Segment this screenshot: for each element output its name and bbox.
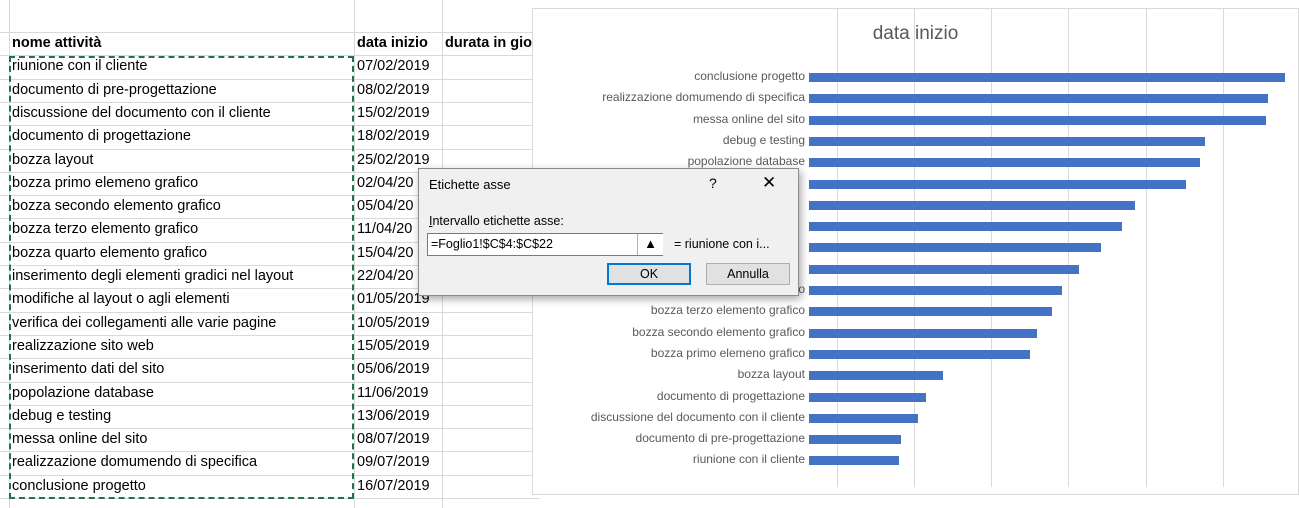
chart-category-label: bozza layout — [737, 367, 805, 381]
chart-category-label: discussione del documento con il cliente — [590, 410, 805, 424]
chart-bar[interactable] — [809, 158, 1200, 167]
cell-start-date[interactable]: 05/06/2019 — [354, 358, 442, 381]
range-label-text: ntervallo etichette asse: — [432, 214, 564, 228]
column-header-name[interactable]: nome attività — [9, 32, 354, 55]
chart-bar[interactable] — [809, 329, 1037, 338]
cell-start-date[interactable]: 10/05/2019 — [354, 312, 442, 335]
cell-start-date[interactable]: 13/06/2019 — [354, 405, 442, 428]
chart-bar[interactable] — [809, 137, 1205, 146]
chart-category-label: documento di pre-progettazione — [635, 431, 805, 445]
close-icon[interactable]: ✕ — [762, 173, 776, 193]
range-preview: = riunione con i... — [674, 237, 770, 251]
chart-category-label: realizzazione domumendo di specifica — [602, 90, 805, 104]
chart-bar[interactable] — [809, 265, 1079, 274]
collapse-dialog-icon[interactable]: ▲ — [637, 234, 663, 255]
cell-start-date[interactable]: 15/05/2019 — [354, 335, 442, 358]
chart-bar[interactable] — [809, 414, 918, 423]
chart-bar[interactable] — [809, 243, 1101, 252]
chart-bar[interactable] — [809, 435, 901, 444]
chart-bar[interactable] — [809, 393, 926, 402]
axis-labels-dialog: Etichette asse ? ✕ Intervallo etichette … — [418, 168, 799, 296]
chart-bar[interactable] — [809, 307, 1052, 316]
chart-bar[interactable] — [809, 73, 1285, 82]
cell-start-date[interactable]: 08/02/2019 — [354, 79, 442, 102]
chart-bar[interactable] — [809, 350, 1030, 359]
chart-category-label: conclusione progetto — [694, 69, 805, 83]
chart-bar[interactable] — [809, 201, 1135, 210]
chart-category-label: debug e testing — [722, 133, 805, 147]
axis-range-input[interactable]: =Foglio1!$C$4:$C$22 — [427, 233, 663, 256]
chart-title[interactable]: data inizio — [533, 23, 1298, 45]
chart-category-label: messa online del sito — [692, 112, 805, 126]
chart-bar[interactable] — [809, 456, 899, 465]
cancel-button[interactable]: Annulla — [706, 263, 790, 285]
chart-bar[interactable] — [809, 116, 1266, 125]
chart-bar[interactable] — [809, 94, 1268, 103]
ok-button[interactable]: OK — [607, 263, 691, 285]
cell-start-date[interactable]: 11/06/2019 — [354, 382, 442, 405]
column-header-date[interactable]: data inizio — [354, 32, 444, 55]
chart-category-label: popolazione database — [687, 154, 805, 168]
dialog-title: Etichette asse — [429, 177, 511, 192]
chart-bar[interactable] — [809, 222, 1122, 231]
chart-bar[interactable] — [809, 180, 1186, 189]
cell-start-date[interactable]: 09/07/2019 — [354, 451, 442, 474]
cell-start-date[interactable]: 16/07/2019 — [354, 475, 442, 498]
cell-start-date[interactable]: 08/07/2019 — [354, 428, 442, 451]
help-button[interactable]: ? — [709, 175, 717, 191]
chart-bar[interactable] — [809, 286, 1062, 295]
cell-start-date[interactable]: 07/02/2019 — [354, 55, 442, 78]
column-header-duration[interactable]: durata in gio — [442, 32, 534, 55]
cell-start-date[interactable]: 15/02/2019 — [354, 102, 442, 125]
range-label: Intervallo etichette asse: — [429, 214, 564, 228]
chart-category-label: riunione con il cliente — [692, 452, 805, 466]
chart-bar[interactable] — [809, 371, 943, 380]
copy-selection-marquee — [9, 56, 354, 499]
chart-category-label: bozza secondo elemento grafico — [632, 325, 805, 339]
cell-start-date[interactable]: 18/02/2019 — [354, 125, 442, 148]
chart-category-label: bozza terzo elemento grafico — [650, 303, 805, 317]
chart-category-label: bozza primo elemeno grafico — [650, 346, 805, 360]
chart-category-label: documento di progettazione — [656, 389, 805, 403]
